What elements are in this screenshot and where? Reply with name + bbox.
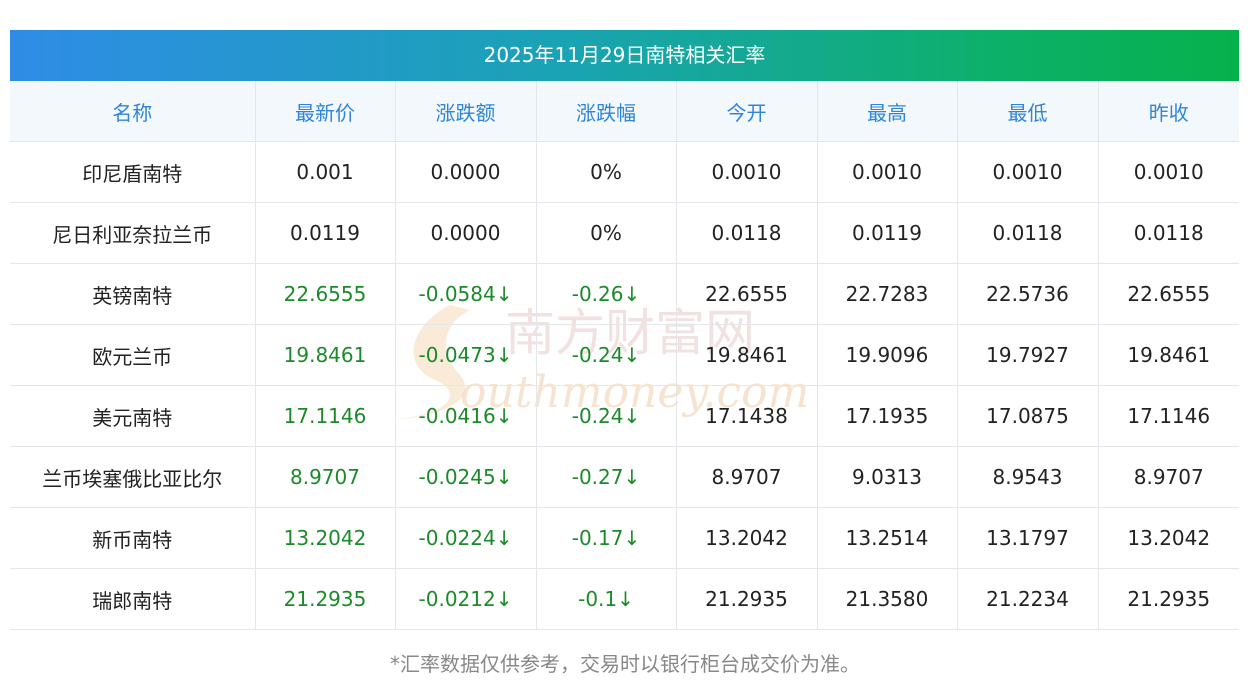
col-header-change: 涨跌额 xyxy=(395,81,537,142)
cell-open: 8.9707 xyxy=(676,446,818,508)
table-row: 印尼盾南特 0.001 0.0000 0% 0.0010 0.0010 0.0010 0.00… xyxy=(10,141,1239,203)
cell-name: 瑞郎南特 xyxy=(10,568,256,630)
cell-low: 22.5736 xyxy=(957,263,1099,325)
cell-change: -0.0224↓ xyxy=(395,507,537,569)
cell-change: -0.0416↓ xyxy=(395,385,537,447)
cell-latest: 0.0119 xyxy=(255,202,396,264)
cell-open: 0.0118 xyxy=(676,202,818,264)
cell-high: 19.9096 xyxy=(817,324,958,386)
cell-prev: 0.0010 xyxy=(1098,141,1239,203)
cell-prev: 0.0118 xyxy=(1098,202,1239,264)
cell-high: 17.1935 xyxy=(817,385,958,447)
cell-open: 13.2042 xyxy=(676,507,818,569)
cell-open: 17.1438 xyxy=(676,385,818,447)
cell-high: 0.0119 xyxy=(817,202,958,264)
cell-low: 8.9543 xyxy=(957,446,1099,508)
cell-high: 9.0313 xyxy=(817,446,958,508)
cell-low: 21.2234 xyxy=(957,568,1099,630)
table-row: 尼日利亚奈拉兰币 0.0119 0.0000 0% 0.0118 0.0119 0.0118… xyxy=(10,202,1239,264)
cell-pct: -0.26↓ xyxy=(536,263,677,325)
cell-change: -0.0473↓ xyxy=(395,324,537,386)
table-row: 欧元兰币 19.8461 -0.0473↓ -0.24↓ 19.8461 19.9096 1… xyxy=(10,324,1239,386)
cell-latest: 17.1146 xyxy=(255,385,396,447)
cell-pct: -0.17↓ xyxy=(536,507,677,569)
cell-change: 0.0000 xyxy=(395,141,537,203)
cell-prev: 22.6555 xyxy=(1098,263,1239,325)
cell-name: 兰币埃塞俄比亚比尔 xyxy=(10,446,256,508)
cell-prev: 19.8461 xyxy=(1098,324,1239,386)
cell-latest: 0.001 xyxy=(255,141,396,203)
cell-low: 19.7927 xyxy=(957,324,1099,386)
table-title: 2025年11月29日南特相关汇率 xyxy=(10,30,1239,81)
col-header-pct: 涨跌幅 xyxy=(536,81,677,142)
cell-name: 美元南特 xyxy=(10,385,256,447)
cell-prev: 8.9707 xyxy=(1098,446,1239,508)
rates-panel: 2025年11月29日南特相关汇率 名称 最新价 涨跌额 涨跌幅 今开 最高 最… xyxy=(10,30,1239,630)
cell-latest: 13.2042 xyxy=(255,507,396,569)
cell-name: 欧元兰币 xyxy=(10,324,256,386)
cell-high: 13.2514 xyxy=(817,507,958,569)
col-header-latest: 最新价 xyxy=(255,81,396,142)
cell-latest: 19.8461 xyxy=(255,324,396,386)
col-header-prev: 昨收 xyxy=(1098,81,1239,142)
cell-high: 21.3580 xyxy=(817,568,958,630)
cell-open: 19.8461 xyxy=(676,324,818,386)
cell-open: 22.6555 xyxy=(676,263,818,325)
cell-pct: -0.24↓ xyxy=(536,324,677,386)
cell-low: 17.0875 xyxy=(957,385,1099,447)
cell-pct: 0% xyxy=(536,141,677,203)
cell-high: 0.0010 xyxy=(817,141,958,203)
cell-open: 0.0010 xyxy=(676,141,818,203)
table-row: 兰币埃塞俄比亚比尔 8.9707 -0.0245↓ -0.27↓ 8.9707 9.031… xyxy=(10,446,1239,508)
cell-latest: 21.2935 xyxy=(255,568,396,630)
cell-open: 21.2935 xyxy=(676,568,818,630)
cell-prev: 17.1146 xyxy=(1098,385,1239,447)
col-header-name: 名称 xyxy=(10,81,256,142)
cell-prev: 21.2935 xyxy=(1098,568,1239,630)
cell-pct: -0.24↓ xyxy=(536,385,677,447)
cell-change: -0.0212↓ xyxy=(395,568,537,630)
cell-pct: -0.1↓ xyxy=(536,568,677,630)
cell-name: 尼日利亚奈拉兰币 xyxy=(10,202,256,264)
col-header-low: 最低 xyxy=(957,81,1099,142)
col-header-high: 最高 xyxy=(817,81,958,142)
cell-latest: 22.6555 xyxy=(255,263,396,325)
cell-low: 0.0010 xyxy=(957,141,1099,203)
cell-name: 印尼盾南特 xyxy=(10,141,256,203)
table-row: 瑞郎南特 21.2935 -0.0212↓ -0.1↓ 21.2935 21.3580 21… xyxy=(10,568,1239,630)
cell-latest: 8.9707 xyxy=(255,446,396,508)
rates-table: 名称 最新价 涨跌额 涨跌幅 今开 最高 最低 昨收 印尼盾南特 0.001 0.0… xyxy=(10,81,1239,630)
cell-change: 0.0000 xyxy=(395,202,537,264)
cell-pct: 0% xyxy=(536,202,677,264)
table-row: 英镑南特 22.6555 -0.0584↓ -0.26↓ 22.6555 22.7283 2… xyxy=(10,263,1239,325)
cell-change: -0.0584↓ xyxy=(395,263,537,325)
header-row: 名称 最新价 涨跌额 涨跌幅 今开 最高 最低 昨收 xyxy=(10,81,1239,142)
cell-name: 新币南特 xyxy=(10,507,256,569)
cell-change: -0.0245↓ xyxy=(395,446,537,508)
cell-high: 22.7283 xyxy=(817,263,958,325)
cell-name: 英镑南特 xyxy=(10,263,256,325)
cell-low: 13.1797 xyxy=(957,507,1099,569)
disclaimer: *汇率数据仅供参考，交易时以银行柜台成交价为准。 xyxy=(390,652,860,676)
cell-pct: -0.27↓ xyxy=(536,446,677,508)
cell-low: 0.0118 xyxy=(957,202,1099,264)
table-row: 美元南特 17.1146 -0.0416↓ -0.24↓ 17.1438 17.1935 1… xyxy=(10,385,1239,447)
cell-prev: 13.2042 xyxy=(1098,507,1239,569)
col-header-open: 今开 xyxy=(676,81,818,142)
table-row: 新币南特 13.2042 -0.0224↓ -0.17↓ 13.2042 13.2514 1… xyxy=(10,507,1239,569)
